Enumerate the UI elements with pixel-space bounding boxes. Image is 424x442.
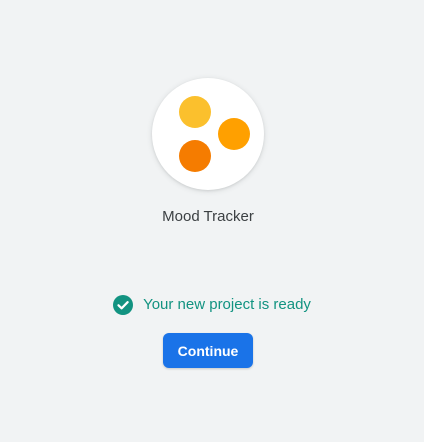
check-circle-icon [113, 295, 134, 315]
project-ready-screen: Mood Tracker Your new project is ready C… [0, 0, 424, 442]
logo-dot-amber [218, 118, 250, 150]
logo-dot-yellow [179, 96, 211, 128]
project-name: Mood Tracker [162, 208, 254, 225]
logo-dot-orange [179, 140, 211, 172]
ready-status: Your new project is ready [0, 294, 424, 316]
check-circle-background [113, 295, 134, 315]
project-logo [152, 78, 264, 190]
continue-button[interactable]: Continue [163, 333, 253, 368]
ready-message: Your new project is ready [143, 296, 311, 313]
